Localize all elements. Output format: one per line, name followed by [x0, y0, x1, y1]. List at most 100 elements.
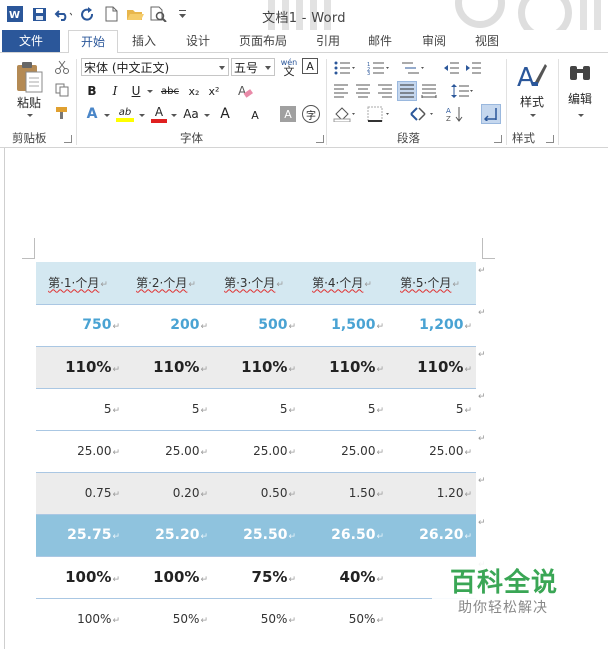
- text-effects-dropdown-icon[interactable]: [102, 111, 110, 119]
- tab-file[interactable]: 文件: [2, 30, 60, 52]
- styles-launcher-icon[interactable]: [546, 135, 554, 143]
- table-cell[interactable]: 200↵: [124, 303, 212, 346]
- bullets-icon[interactable]: [332, 60, 356, 76]
- copy-icon[interactable]: [54, 82, 70, 98]
- table-cell[interactable]: 100%↵: [124, 555, 212, 598]
- editing-button[interactable]: 编辑: [564, 91, 596, 106]
- table-cell[interactable]: 5↵: [124, 387, 212, 430]
- table-cell[interactable]: 100%↵: [36, 555, 124, 598]
- table-cell[interactable]: 110%↵: [300, 345, 388, 388]
- paste-icon[interactable]: [12, 59, 46, 95]
- table-cell[interactable]: 50%↵: [300, 597, 388, 640]
- table-cell[interactable]: 25.20↵: [124, 513, 212, 556]
- table-cell[interactable]: 500↵: [212, 303, 300, 346]
- table-header-cell[interactable]: 第·2·个月↵: [124, 262, 212, 304]
- font-color-dropdown-icon[interactable]: [169, 111, 177, 119]
- table-header-cell[interactable]: 第·4·个月↵: [300, 262, 388, 304]
- table-cell[interactable]: 110%↵: [124, 345, 212, 388]
- table-cell[interactable]: 0.50↵: [212, 471, 300, 514]
- table-cell[interactable]: 75%↵: [212, 555, 300, 598]
- character-shading-button[interactable]: A: [280, 106, 296, 122]
- clear-formatting-icon[interactable]: A: [236, 82, 254, 100]
- strikethrough-button[interactable]: abc: [158, 83, 182, 99]
- table-cell[interactable]: 0.75↵: [36, 471, 124, 514]
- font-color-button[interactable]: A: [149, 103, 169, 125]
- font-size-combo[interactable]: 五号: [231, 58, 275, 76]
- table-cell[interactable]: 5↵: [36, 387, 124, 430]
- underline-dropdown-icon[interactable]: [145, 87, 153, 95]
- character-border-button[interactable]: A: [302, 58, 318, 74]
- grow-font-button[interactable]: A: [216, 105, 234, 123]
- line-spacing-icon[interactable]: [450, 83, 476, 99]
- font-launcher-icon[interactable]: [316, 135, 324, 143]
- table-cell[interactable]: 26.20↵: [388, 513, 476, 556]
- text-effects-button[interactable]: A: [83, 105, 101, 123]
- enclose-characters-button[interactable]: 字: [302, 105, 320, 123]
- table-cell[interactable]: 50%↵: [124, 597, 212, 640]
- styles-gallery-icon[interactable]: A: [516, 59, 548, 93]
- tab-mailings[interactable]: 邮件: [360, 30, 400, 52]
- table-cell[interactable]: 5↵: [388, 387, 476, 430]
- show-formatting-marks-icon[interactable]: [481, 104, 501, 124]
- table-cell[interactable]: 25.00↵: [388, 429, 476, 472]
- chinese-layout-icon[interactable]: [408, 105, 436, 123]
- highlight-color-button[interactable]: ab: [114, 103, 136, 125]
- table-cell[interactable]: 110%↵: [212, 345, 300, 388]
- distributed-icon[interactable]: [420, 83, 438, 99]
- data-table[interactable]: 第·1·个月↵ 第·2·个月↵ 第·3·个月↵ 第·4·个月↵ 第·5·个月↵ …: [36, 262, 476, 640]
- subscript-button[interactable]: x₂: [186, 83, 202, 99]
- shading-icon[interactable]: [332, 105, 358, 123]
- underline-button[interactable]: U: [128, 83, 144, 99]
- table-cell[interactable]: 750↵: [36, 303, 124, 346]
- format-painter-icon[interactable]: [54, 105, 70, 121]
- increase-indent-icon[interactable]: [464, 60, 482, 76]
- clipboard-launcher-icon[interactable]: [64, 135, 72, 143]
- align-right-icon[interactable]: [376, 83, 394, 99]
- align-left-icon[interactable]: [332, 83, 350, 99]
- paste-dropdown-icon[interactable]: [24, 111, 34, 119]
- table-header-cell[interactable]: 第·1·个月↵: [36, 262, 124, 304]
- superscript-button[interactable]: x²: [206, 83, 222, 99]
- binoculars-icon[interactable]: [566, 59, 594, 87]
- tab-home[interactable]: 开始: [68, 30, 118, 54]
- paragraph-launcher-icon[interactable]: [494, 135, 502, 143]
- table-cell[interactable]: 50%↵: [212, 597, 300, 640]
- tab-page-layout[interactable]: 页面布局: [232, 30, 294, 52]
- align-center-icon[interactable]: [354, 83, 372, 99]
- table-cell[interactable]: 25.00↵: [36, 429, 124, 472]
- numbering-icon[interactable]: 123: [366, 60, 390, 76]
- table-cell[interactable]: 40%↵: [300, 555, 388, 598]
- table-cell[interactable]: 110%↵: [36, 345, 124, 388]
- shrink-font-button[interactable]: A: [248, 107, 262, 123]
- paste-button[interactable]: 粘贴: [12, 95, 46, 110]
- italic-button[interactable]: I: [107, 83, 123, 99]
- table-cell[interactable]: 1.50↵: [300, 471, 388, 514]
- table-cell[interactable]: 110%↵: [388, 345, 476, 388]
- table-cell[interactable]: 1.20↵: [388, 471, 476, 514]
- change-case-dropdown-icon[interactable]: [202, 111, 210, 119]
- table-cell[interactable]: 5↵: [300, 387, 388, 430]
- table-cell[interactable]: 25.75↵: [36, 513, 124, 556]
- styles-dropdown-icon[interactable]: [527, 111, 537, 119]
- phonetic-guide-button[interactable]: wén 文: [278, 56, 300, 78]
- tab-insert[interactable]: 插入: [124, 30, 164, 52]
- tab-view[interactable]: 视图: [467, 30, 507, 52]
- table-cell[interactable]: 5↵: [212, 387, 300, 430]
- table-cell[interactable]: 1,200↵: [388, 303, 476, 346]
- editing-dropdown-icon[interactable]: [575, 111, 585, 119]
- table-header-cell[interactable]: 第·5·个月↵: [388, 262, 476, 304]
- table-header-cell[interactable]: 第·3·个月↵: [212, 262, 300, 304]
- table-cell[interactable]: 1,500↵: [300, 303, 388, 346]
- cut-icon[interactable]: [54, 59, 70, 75]
- multilevel-list-icon[interactable]: [400, 60, 426, 76]
- table-cell[interactable]: 25.00↵: [212, 429, 300, 472]
- change-case-button[interactable]: Aa: [181, 105, 201, 123]
- decrease-indent-icon[interactable]: [442, 60, 460, 76]
- tab-design[interactable]: 设计: [178, 30, 218, 52]
- font-name-combo[interactable]: 宋体 (中文正文): [81, 58, 229, 76]
- styles-button[interactable]: 样式: [516, 94, 548, 109]
- table-cell[interactable]: 0.20↵: [124, 471, 212, 514]
- sort-icon[interactable]: AZ: [445, 105, 467, 123]
- table-cell[interactable]: 25.00↵: [124, 429, 212, 472]
- justify-icon[interactable]: [397, 81, 417, 101]
